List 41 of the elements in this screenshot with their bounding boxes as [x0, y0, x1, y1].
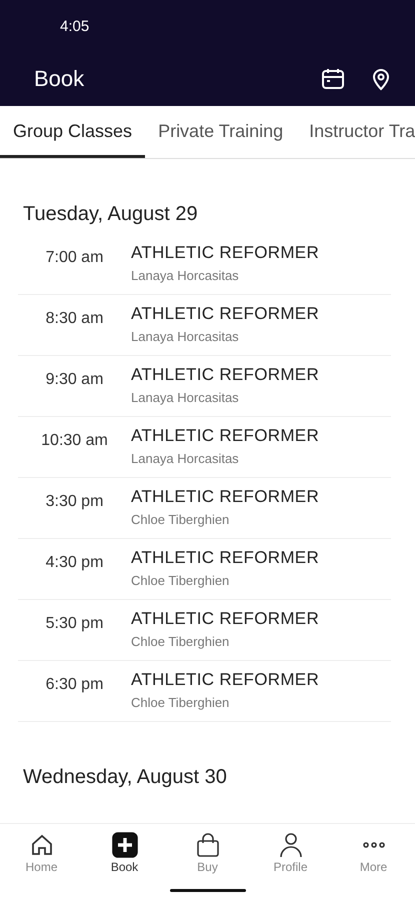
- bag-icon: [194, 832, 220, 858]
- class-name[interactable]: ATHLETIC REFORMER: [131, 609, 320, 629]
- nav-item[interactable]: Home: [0, 824, 83, 900]
- instructor-name: Chloe Tiberghien: [131, 634, 230, 649]
- nav-item[interactable]: Profile: [249, 824, 332, 900]
- class-time: 6:30 pm: [44, 675, 104, 694]
- tab[interactable]: Private Training: [145, 108, 296, 158]
- class-name[interactable]: ATHLETIC REFORMER: [131, 304, 320, 324]
- instructor-name: Chloe Tiberghien: [131, 695, 230, 710]
- nav-item[interactable]: Buy: [166, 824, 249, 900]
- day-heading: Tuesday, August 29: [22, 202, 199, 227]
- class-name[interactable]: ATHLETIC REFORMER: [131, 548, 320, 568]
- instructor-name: Lanaya Horcasitas: [131, 390, 240, 405]
- class-time: 7:00 am: [44, 248, 104, 267]
- class-time: 4:30 pm: [44, 553, 104, 572]
- status-time: 4:05: [60, 18, 90, 34]
- class-time: 3:30 pm: [44, 492, 104, 511]
- class-time: 10:30 am: [40, 431, 109, 450]
- class-time: 8:30 am: [44, 309, 104, 328]
- plus-icon: [112, 832, 138, 858]
- class-name[interactable]: ATHLETIC REFORMER: [131, 426, 320, 446]
- class-name[interactable]: ATHLETIC REFORMER: [131, 243, 320, 263]
- instructor-name: Lanaya Horcasitas: [131, 329, 240, 344]
- nav-item[interactable]: Book: [83, 824, 166, 900]
- instructor-name: Chloe Tiberghien: [131, 512, 230, 527]
- class-time: 9:30 am: [44, 370, 104, 389]
- more-icon: [360, 842, 386, 848]
- calendar-icon[interactable]: [321, 67, 345, 91]
- person-icon: [278, 832, 304, 858]
- class-time: 5:30 pm: [44, 614, 104, 633]
- class-name[interactable]: ATHLETIC REFORMER: [131, 670, 320, 690]
- instructor-name: Lanaya Horcasitas: [131, 451, 240, 466]
- day-heading: Wednesday, August 30: [22, 765, 228, 790]
- class-name[interactable]: ATHLETIC REFORMER: [131, 487, 320, 507]
- instructor-name: Chloe Tiberghien: [131, 573, 230, 588]
- screen-title: Book: [34, 66, 86, 92]
- instructor-name: Lanaya Horcasitas: [131, 268, 240, 283]
- tab[interactable]: Instructor Tra: [296, 108, 415, 158]
- tab[interactable]: Group Classes: [0, 108, 146, 158]
- nav-item[interactable]: More: [332, 824, 415, 900]
- class-name[interactable]: ATHLETIC REFORMER: [131, 365, 320, 385]
